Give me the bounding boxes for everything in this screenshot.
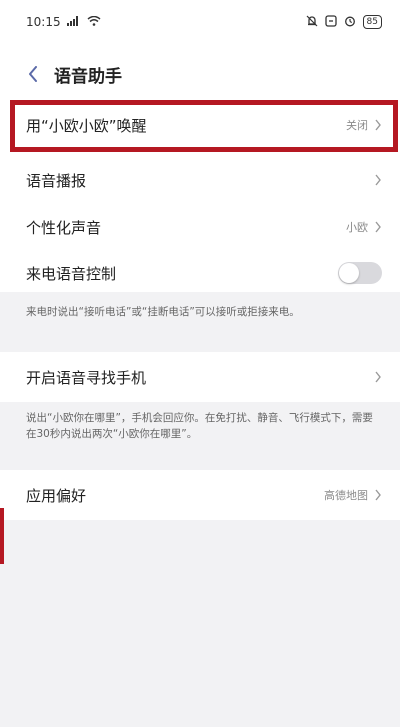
back-button[interactable] [18,59,48,89]
wake-word-value: 关闭 [346,119,368,132]
app-preference-label: 应用偏好 [26,486,87,505]
call-control-note: 来电时说出“接听电话”或“挂断电话”可以接听或拒接来电。 [0,296,400,352]
call-voice-control-toggle[interactable] [338,262,382,284]
find-phone-note: 说出“小欧你在哪里”，手机会回应你。在免打扰、静音、飞行模式下，需要在30秒内说… [0,402,400,470]
wake-word-row[interactable]: 用“小欧小欧”唤醒 关闭 [0,102,400,148]
wake-word-label: 用“小欧小欧”唤醒 [26,116,147,135]
find-phone-row[interactable]: 开启语音寻找手机 [0,354,400,400]
chevron-right-icon [375,119,381,131]
alarm-icon [344,15,356,30]
chevron-right-icon [375,221,381,233]
status-bar: 10:15 85 [0,0,400,44]
vibrate-icon [324,14,337,30]
personal-voice-row[interactable]: 个性化声音 小欧 [0,204,400,250]
personal-voice-label: 个性化声音 [26,218,102,237]
wifi-icon [87,15,101,29]
app-preference-row[interactable]: 应用偏好 高德地图 [0,472,400,518]
call-voice-control-row: 来电语音控制 [0,250,400,296]
chevron-right-icon [375,174,381,186]
voice-broadcast-row[interactable]: 语音播报 [0,157,400,203]
personal-voice-value: 小欧 [346,221,368,234]
toggle-knob [339,263,359,283]
status-time: 10:15 [26,15,61,29]
find-phone-label: 开启语音寻找手机 [26,368,147,387]
app-preference-value: 高德地图 [324,489,368,502]
call-voice-control-label: 来电语音控制 [26,264,117,283]
voice-broadcast-label: 语音播报 [26,171,87,190]
page-title: 语音助手 [54,66,122,87]
chevron-right-icon [375,371,381,383]
side-mark [0,508,4,564]
header: 语音助手 [0,44,400,104]
signal-icon [66,15,81,29]
chevron-right-icon [375,489,381,501]
chevron-left-icon [29,66,37,82]
bell-icon [306,15,318,30]
battery-indicator: 85 [362,15,382,29]
